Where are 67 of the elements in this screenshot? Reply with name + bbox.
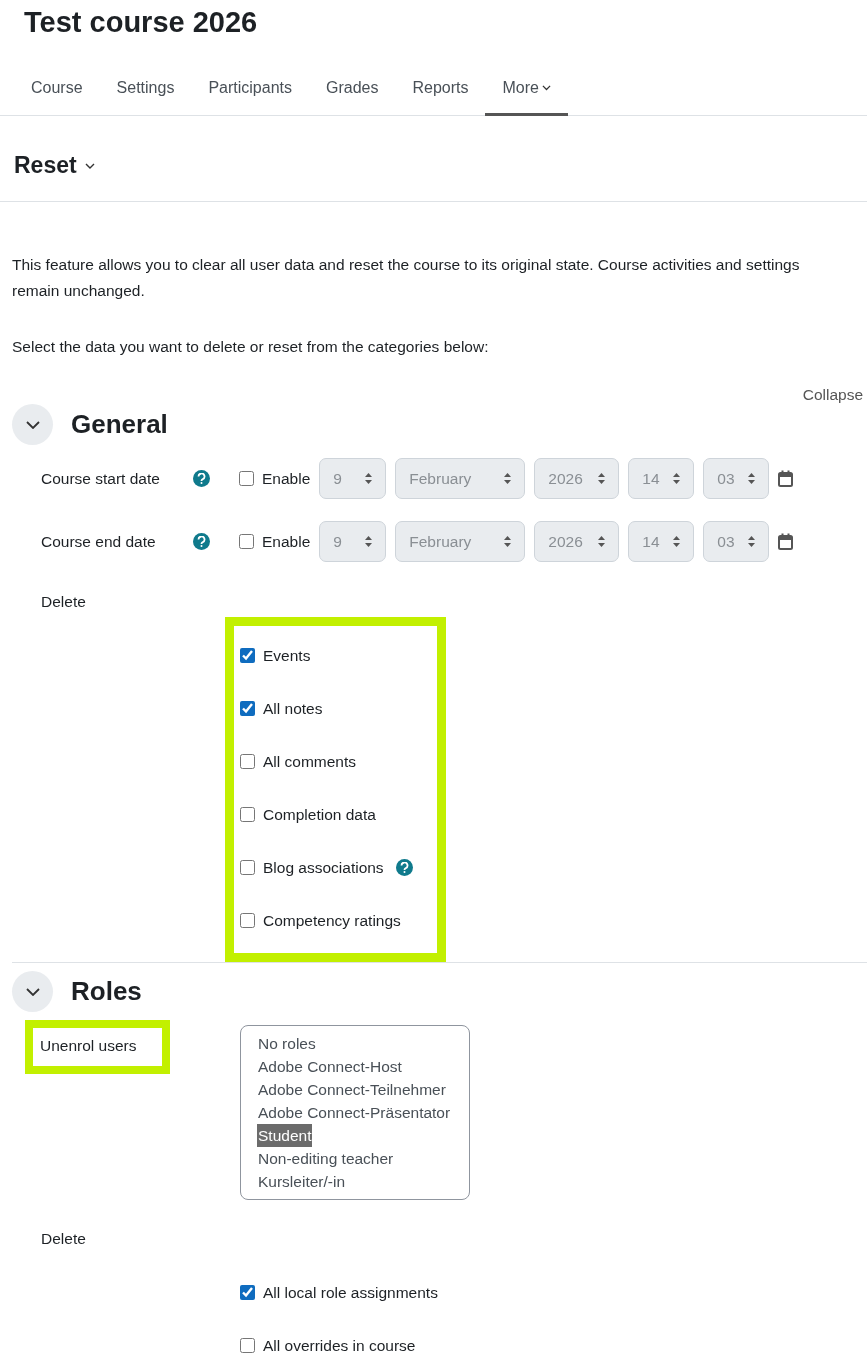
chevron-down-icon: [84, 162, 95, 169]
enable-label: Enable: [262, 469, 311, 488]
option-label: All overrides in course: [263, 1336, 416, 1355]
section-toggle[interactable]: [12, 971, 53, 1012]
role-option[interactable]: No roles: [257, 1032, 317, 1055]
nav-tab[interactable]: Grades: [309, 69, 396, 116]
sort-icon: [364, 472, 374, 485]
checkbox[interactable]: [240, 807, 255, 822]
calendar-icon[interactable]: [778, 533, 794, 550]
role-option[interactable]: Kursleiter/-in: [257, 1170, 346, 1193]
course-title: Test course 2026: [23, 5, 259, 40]
nav-tab[interactable]: Settings: [99, 69, 192, 116]
nav-tab[interactable]: Course: [14, 69, 100, 116]
role-option[interactable]: Non-editing teacher: [257, 1147, 395, 1170]
instruction-text: Select the data you want to delete or reset from the categories below:: [12, 338, 490, 356]
option-label: Completion data: [263, 805, 376, 824]
section-title: Roles: [71, 976, 142, 1007]
field-label: Course end date: [41, 532, 157, 551]
sort-icon: [503, 472, 513, 485]
sort-icon: [503, 535, 513, 548]
help-icon[interactable]: [193, 470, 210, 487]
chevron-down-icon: [25, 987, 40, 996]
role-option[interactable]: Adobe Connect-Host: [257, 1055, 403, 1078]
help-icon[interactable]: [193, 533, 210, 550]
nav-tab[interactable]: Reports: [395, 69, 486, 116]
field-label: Delete: [41, 1230, 86, 1247]
option-label: All notes: [263, 699, 323, 718]
option-label: Competency ratings: [263, 911, 401, 930]
option-label: All comments: [263, 752, 357, 771]
collapse-link[interactable]: Collapse: [802, 386, 863, 404]
checkbox[interactable]: [240, 1338, 255, 1353]
calendar-icon[interactable]: [778, 470, 794, 487]
help-icon[interactable]: [395, 859, 413, 876]
role-option[interactable]: Adobe Connect-Teilnehmer: [257, 1078, 447, 1101]
option-label: All local role assignments: [263, 1283, 438, 1302]
checkbox[interactable]: [240, 701, 255, 716]
enable-label: Enable: [262, 532, 311, 551]
nav-tab[interactable]: Participants: [191, 69, 309, 116]
chevron-down-icon: [541, 85, 551, 91]
intro-text: This feature allows you to clear all user data and reset the course to its original state. Course activities and settings remain unchanged.: [12, 255, 801, 301]
chevron-down-icon: [25, 420, 40, 429]
role-option[interactable]: Student: [257, 1124, 313, 1147]
page-heading: Reset: [14, 152, 77, 179]
checkbox[interactable]: [239, 471, 254, 486]
sort-icon: [597, 472, 607, 485]
checkbox[interactable]: [240, 754, 255, 769]
sort-icon: [597, 535, 607, 548]
sort-icon: [747, 472, 757, 485]
sort-icon: [672, 472, 682, 485]
option-label: Events: [263, 646, 311, 665]
nav-tab[interactable]: More: [485, 69, 568, 116]
section-toggle[interactable]: [12, 404, 53, 445]
checkbox[interactable]: [240, 648, 255, 663]
role-option[interactable]: Adobe Connect-Präsentator: [257, 1101, 452, 1124]
role-listbox[interactable]: No roles Adobe Connect-Host Adobe Connect-Teilnehmer Adobe Connect-Präsentator Student Non-editing teacher Kursleiter/-in: [240, 1025, 470, 1200]
sort-icon: [672, 535, 682, 548]
checkbox[interactable]: [240, 860, 255, 875]
section-title: General: [71, 409, 168, 440]
checkbox[interactable]: [240, 913, 255, 928]
sort-icon: [747, 535, 757, 548]
field-label: Delete: [41, 593, 86, 610]
field-label: Unenrol users: [25, 1020, 170, 1074]
checkbox[interactable]: [240, 1285, 255, 1300]
checkbox[interactable]: [239, 534, 254, 549]
sort-icon: [364, 535, 374, 548]
field-label: Course start date: [41, 469, 161, 488]
option-label: Blog associations: [263, 858, 384, 877]
